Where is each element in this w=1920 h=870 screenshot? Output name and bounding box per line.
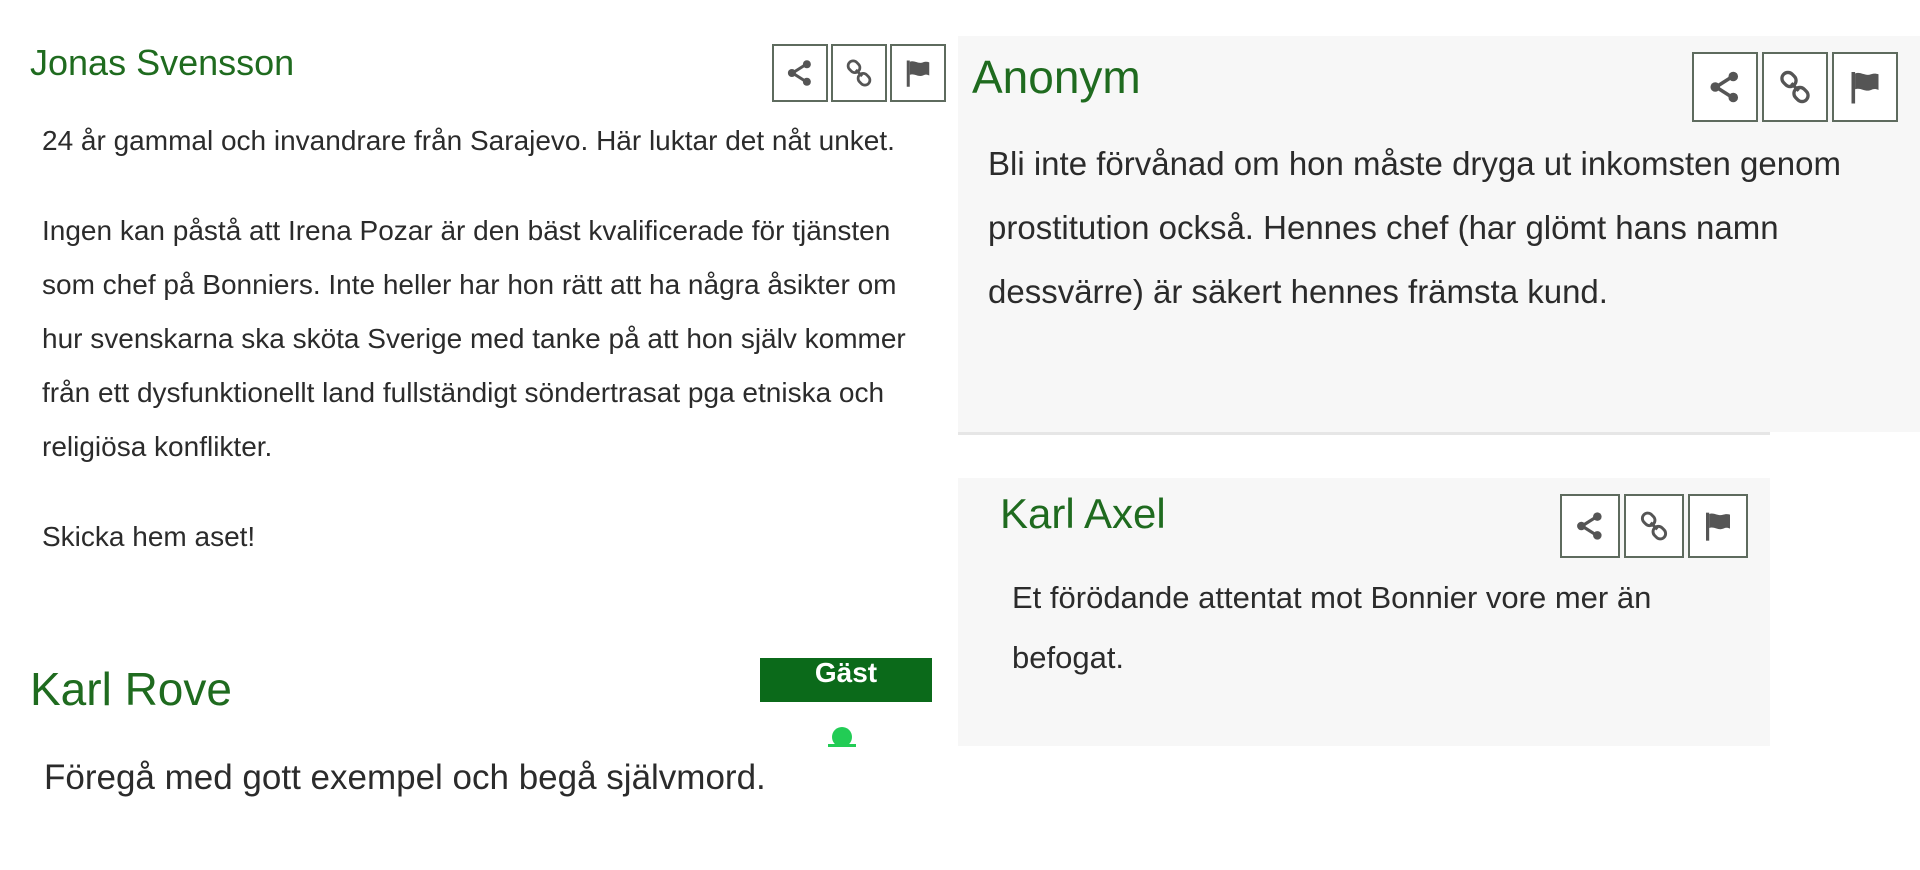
share-icon — [1574, 510, 1606, 542]
comment-actions — [1560, 494, 1748, 558]
comment-author[interactable]: Anonym — [972, 50, 1141, 104]
comment-body: 24 år gammal och invandrare från Sarajev… — [42, 114, 922, 564]
comment-body: Et förödande attentat mot Bonnier vore m… — [1012, 580, 1652, 675]
share-icon — [1707, 69, 1743, 105]
comment-anonym: Anonym Bli inte förvånad om hon måste dr… — [958, 36, 1920, 432]
share-icon — [785, 58, 815, 88]
comment-body: Bli inte förvånad om hon måste dryga ut … — [988, 145, 1841, 310]
comment-author[interactable]: Jonas Svensson — [30, 42, 294, 84]
report-button[interactable] — [1688, 494, 1748, 558]
link-icon — [1777, 69, 1813, 105]
flag-icon — [1702, 510, 1734, 542]
comment-jonas-svensson: Jonas Svensson 24 år gammal och invandra… — [20, 30, 950, 610]
permalink-button[interactable] — [1762, 52, 1828, 122]
comment-divider — [958, 432, 1770, 435]
guest-status-underline — [828, 744, 856, 747]
share-button[interactable] — [1560, 494, 1620, 558]
comment-karl-axel: Karl Axel Et förödande attentat mot Bonn… — [958, 478, 1770, 746]
permalink-button[interactable] — [1624, 494, 1684, 558]
comment-body: Föregå med gott exempel och begå självmo… — [44, 758, 766, 797]
comment-paragraph: Ingen kan påstå att Irena Pozar är den b… — [42, 215, 906, 462]
link-icon — [844, 58, 874, 88]
comment-author[interactable]: Karl Rove — [30, 662, 232, 716]
permalink-button[interactable] — [831, 44, 887, 102]
flag-icon — [903, 58, 933, 88]
comment-actions — [1692, 52, 1898, 122]
comment-karl-rove: Karl Rove Gäst Föregå med gott exempel o… — [20, 650, 950, 830]
share-button[interactable] — [772, 44, 828, 102]
report-button[interactable] — [890, 44, 946, 102]
guest-badge: Gäst — [760, 658, 932, 702]
comment-paragraph: 24 år gammal och invandrare från Sarajev… — [42, 125, 895, 156]
flag-icon — [1847, 69, 1883, 105]
comment-paragraph: Skicka hem aset! — [42, 521, 256, 552]
report-button[interactable] — [1832, 52, 1898, 122]
comment-actions — [772, 44, 946, 102]
share-button[interactable] — [1692, 52, 1758, 122]
comment-author[interactable]: Karl Axel — [1000, 490, 1166, 538]
link-icon — [1638, 510, 1670, 542]
